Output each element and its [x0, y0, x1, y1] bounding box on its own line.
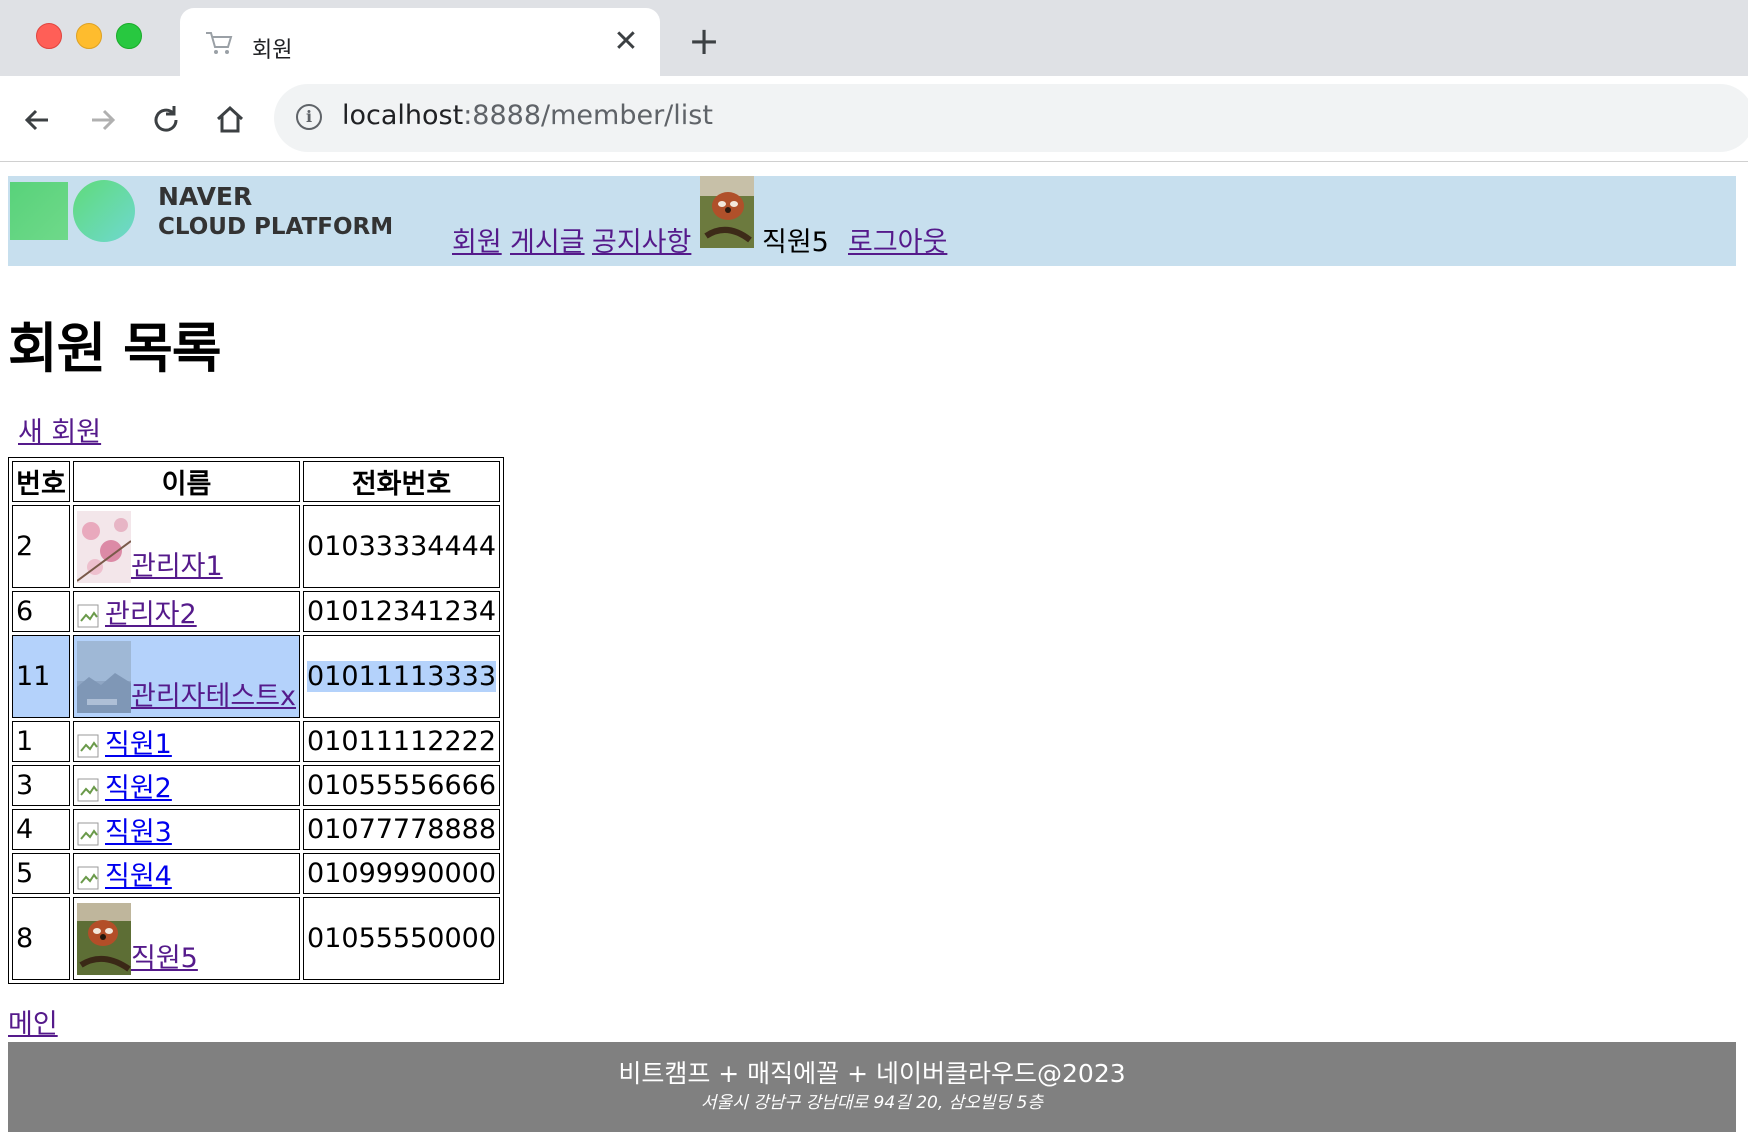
column-header-number: 번호 — [12, 461, 70, 502]
member-photo-landscape[interactable] — [77, 640, 131, 713]
browser-toolbar: i localhost:8888/member/list — [0, 76, 1748, 162]
member-phone: 01012341234 — [303, 591, 500, 632]
logo-line2: CLOUD PLATFORM — [158, 214, 394, 240]
page-title: 회원 목록 — [8, 317, 222, 380]
member-number: 1 — [12, 721, 70, 762]
member-name-link[interactable]: 직원2 — [105, 766, 172, 805]
member-number: 6 — [12, 591, 70, 632]
member-phone: 01011112222 — [303, 721, 500, 762]
member-name-link[interactable]: 관리자2 — [105, 592, 197, 631]
new-tab-button[interactable]: + — [684, 22, 724, 62]
broken-image-icon[interactable] — [77, 777, 105, 805]
member-name-link[interactable]: 직원1 — [105, 722, 172, 761]
table-row: 6 관리자2 01012341234 — [12, 591, 500, 632]
member-number: 2 — [12, 505, 70, 588]
footer-copyright: 비트캠프 + 매직에꼴 + 네이버클라우드@2023 — [618, 1059, 1126, 1088]
member-name-link[interactable]: 직원4 — [105, 854, 172, 893]
member-phone: 01011113333 — [303, 635, 500, 718]
table-row: 4 직원3 01077778888 — [12, 809, 500, 850]
table-row: 1 직원1 01011112222 — [12, 721, 500, 762]
reload-icon[interactable] — [146, 100, 186, 140]
site-header: NAVER CLOUD PLATFORM 회원 게시글 공지사항 직원5 로그아… — [8, 176, 1736, 266]
member-number: 4 — [12, 809, 70, 850]
member-name-link[interactable]: 관리자테스트x — [131, 674, 296, 713]
member-number: 11 — [12, 635, 70, 718]
column-header-name: 이름 — [73, 461, 301, 502]
broken-image-icon[interactable] — [77, 603, 105, 631]
main-page-link[interactable]: 메인 — [8, 1002, 58, 1041]
column-header-phone: 전화번호 — [303, 461, 500, 502]
table-row: 5 직원4 01099990000 — [12, 853, 500, 894]
broken-image-icon[interactable] — [77, 821, 105, 849]
member-name-link[interactable]: 직원3 — [105, 810, 172, 849]
broken-image-icon[interactable] — [77, 865, 105, 893]
member-number: 8 — [12, 897, 70, 980]
nav-link-member[interactable]: 회원 — [452, 220, 502, 259]
member-name-link[interactable]: 직원5 — [131, 936, 198, 975]
new-member-link[interactable]: 새 회원 — [18, 410, 101, 449]
tab-title: 회원 — [252, 38, 293, 63]
back-icon[interactable] — [18, 100, 58, 140]
table-header-row: 번호 이름 전화번호 — [12, 461, 500, 502]
member-name-cell: 직원3 — [73, 809, 301, 850]
current-user-name: 직원5 — [762, 227, 829, 258]
close-tab-icon[interactable]: ✕ — [610, 26, 642, 58]
member-phone: 01055556666 — [303, 765, 500, 806]
member-name-link[interactable]: 관리자1 — [131, 544, 223, 583]
maximize-window-button[interactable] — [116, 23, 142, 49]
member-table: 번호 이름 전화번호 2 관리자1 01033334444 6 관리자2 010… — [8, 457, 504, 984]
nav-link-notice[interactable]: 공지사항 — [592, 220, 691, 259]
site-footer: 비트캠프 + 매직에꼴 + 네이버클라우드@2023 서울시 강남구 강남대로 … — [8, 1042, 1736, 1132]
logout-link[interactable]: 로그아웃 — [848, 220, 947, 259]
member-name-cell: 관리자2 — [73, 591, 301, 632]
browser-tab[interactable]: 회원 ✕ — [180, 8, 660, 76]
page-content: NAVER CLOUD PLATFORM 회원 게시글 공지사항 직원5 로그아… — [0, 162, 1748, 1138]
member-phone: 01033334444 — [303, 505, 500, 588]
table-row: 3 직원2 01055556666 — [12, 765, 500, 806]
member-name-cell: 직원4 — [73, 853, 301, 894]
member-number: 3 — [12, 765, 70, 806]
logo-line1: NAVER — [158, 182, 253, 211]
minimize-window-button[interactable] — [76, 23, 102, 49]
table-row: 8 직원5 01055550000 — [12, 897, 500, 980]
url-text[interactable]: localhost:8888/member/list — [342, 100, 713, 131]
browser-tab-bar: 회원 ✕ + — [0, 0, 1748, 76]
site-info-icon[interactable]: i — [296, 104, 322, 130]
member-name-cell: 직원1 — [73, 721, 301, 762]
member-name-cell: 관리자1 — [73, 505, 301, 588]
member-phone: 01099990000 — [303, 853, 500, 894]
member-name-cell: 관리자테스트x — [73, 635, 301, 718]
address-bar[interactable]: i localhost:8888/member/list — [274, 84, 1748, 152]
member-name-cell: 직원5 — [73, 897, 301, 980]
nav-link-board[interactable]: 게시글 — [510, 220, 585, 259]
home-icon[interactable] — [210, 100, 250, 140]
table-row-selected: 11 관리자테스트x 01011113333 — [12, 635, 500, 718]
close-window-button[interactable] — [36, 23, 62, 49]
member-photo-red-panda[interactable] — [77, 902, 131, 975]
member-phone: 01077778888 — [303, 809, 500, 850]
broken-image-icon[interactable] — [77, 733, 105, 761]
naver-cloud-logo[interactable]: NAVER CLOUD PLATFORM — [10, 178, 450, 244]
user-avatar — [700, 176, 754, 248]
member-number: 5 — [12, 853, 70, 894]
footer-address: 서울시 강남구 강남대로 94길 20, 삼오빌딩 5층 — [700, 1093, 1044, 1113]
table-row: 2 관리자1 01033334444 — [12, 505, 500, 588]
forward-icon[interactable] — [82, 100, 122, 140]
member-photo-cherry-blossom[interactable] — [77, 510, 131, 583]
cart-icon — [206, 32, 233, 54]
member-name-cell: 직원2 — [73, 765, 301, 806]
member-phone: 01055550000 — [303, 897, 500, 980]
